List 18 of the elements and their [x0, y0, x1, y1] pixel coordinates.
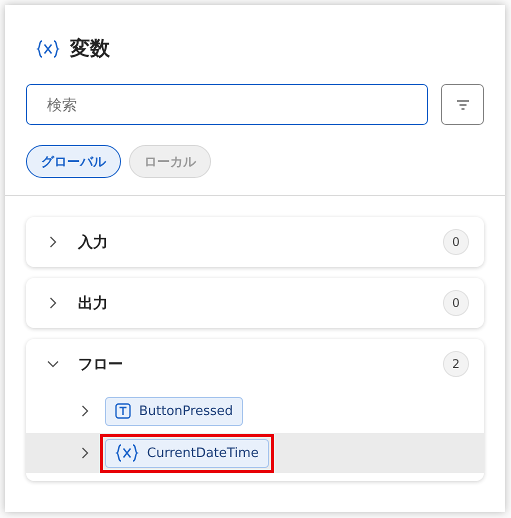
text-type-icon — [115, 403, 131, 419]
count-badge: 2 — [443, 351, 469, 377]
scope-tab[interactable]: グローバル — [26, 145, 121, 178]
group-label[interactable]: フロー — [78, 354, 425, 374]
panel-title: 変数 — [70, 35, 110, 62]
variable-icon — [36, 38, 60, 58]
filter-button[interactable] — [441, 84, 484, 125]
variable-icon — [115, 443, 139, 463]
group-label[interactable]: 出力 — [78, 294, 425, 312]
variable-chip[interactable]: CurrentDateTime — [105, 438, 269, 468]
search-field[interactable]: 検索 — [26, 84, 428, 125]
count-badge: 0 — [443, 290, 469, 316]
variable-row[interactable]: CurrentDateTime — [26, 433, 484, 473]
count-badge: 0 — [443, 229, 469, 255]
group-label[interactable]: 入力 — [78, 232, 425, 252]
variable-row[interactable]: ButtonPressed — [26, 391, 484, 431]
filter-icon — [456, 98, 470, 110]
variable-chip[interactable]: ButtonPressed — [105, 396, 244, 426]
